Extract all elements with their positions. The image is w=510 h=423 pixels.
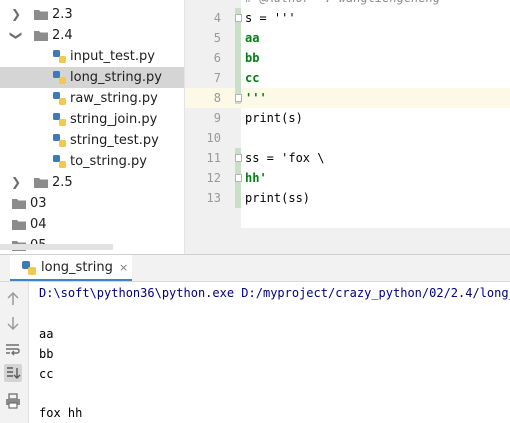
up-arrow-icon[interactable] bbox=[4, 290, 22, 308]
soft-wrap-icon[interactable] bbox=[4, 340, 22, 358]
console-line: cc bbox=[39, 367, 54, 381]
folder-icon bbox=[12, 199, 26, 209]
python-file-icon bbox=[53, 155, 66, 168]
fold-start-icon[interactable] bbox=[235, 14, 242, 22]
code-line: aa bbox=[245, 31, 260, 45]
code-line-header-comment: # @Author : wangliengcheng bbox=[245, 0, 440, 8]
vcs-change-marker[interactable] bbox=[235, 8, 241, 104]
ide-window: ❯ 2.3 ❯ 2.4 input_test.py long_string.py… bbox=[0, 0, 510, 423]
line-number: 4 bbox=[213, 11, 221, 25]
chevron-down-icon[interactable]: ❯ bbox=[6, 30, 27, 42]
code-line: bb bbox=[245, 51, 260, 65]
console-line: aa bbox=[39, 327, 54, 341]
tree-item-to-string[interactable]: to_string.py bbox=[0, 151, 184, 172]
tree-item-label: 2.3 bbox=[52, 7, 73, 22]
tree-item-raw-string[interactable]: raw_string.py bbox=[0, 88, 184, 109]
tree-item-2-5[interactable]: ❯ 2.5 bbox=[0, 172, 184, 193]
tree-item-label: input_test.py bbox=[70, 49, 155, 64]
python-file-icon bbox=[53, 134, 66, 147]
code-editor[interactable]: # @Author : wangliengcheng 4 5 6 7 8 9 1… bbox=[184, 0, 510, 254]
tree-item-03[interactable]: 03 bbox=[0, 193, 184, 214]
tree-item-input-test[interactable]: input_test.py bbox=[0, 46, 184, 67]
tree-item-label: 2.5 bbox=[52, 175, 73, 190]
tree-item-long-string[interactable]: long_string.py bbox=[0, 67, 184, 88]
tree-item-label: raw_string.py bbox=[70, 91, 158, 106]
project-tree: ❯ 2.3 ❯ 2.4 input_test.py long_string.py… bbox=[0, 0, 184, 254]
line-number: 8 bbox=[213, 91, 221, 105]
tree-item-label: long_string.py bbox=[70, 70, 162, 85]
console-line: D:\soft\python36\python.exe D:/myproject… bbox=[39, 286, 510, 300]
chevron-right-icon[interactable]: ❯ bbox=[10, 4, 22, 25]
tree-horizontal-scrollbar[interactable] bbox=[0, 244, 113, 250]
line-number: 13 bbox=[206, 191, 221, 205]
code-line: ss = 'fox \ bbox=[245, 151, 325, 165]
folder-icon bbox=[12, 220, 26, 230]
code-line: print(s) bbox=[245, 111, 303, 125]
tree-item-04[interactable]: 04 bbox=[0, 214, 184, 235]
tree-item-label: string_join.py bbox=[70, 112, 158, 127]
run-tool-window: long_string × D:\soft\python36\python.ex… bbox=[0, 254, 510, 423]
line-number: 5 bbox=[213, 31, 221, 45]
run-tab-bar: long_string × bbox=[0, 255, 510, 282]
line-number: 10 bbox=[206, 131, 221, 145]
fold-start-icon[interactable] bbox=[235, 154, 242, 162]
tree-item-label: 04 bbox=[30, 217, 47, 232]
run-tab[interactable]: long_string × bbox=[10, 255, 132, 281]
code-line: ''' bbox=[245, 91, 267, 105]
print-icon[interactable] bbox=[4, 392, 22, 410]
folder-icon bbox=[34, 31, 48, 41]
close-icon[interactable]: × bbox=[119, 255, 128, 281]
tree-item-string-join[interactable]: string_join.py bbox=[0, 109, 184, 130]
editor-horizontal-scroll-area[interactable] bbox=[185, 228, 510, 254]
folder-icon bbox=[34, 178, 48, 188]
python-file-icon bbox=[53, 50, 66, 63]
python-file-icon bbox=[53, 71, 66, 84]
tree-item-label: 2.4 bbox=[52, 28, 73, 43]
console-line: fox hh bbox=[39, 406, 83, 420]
line-number: 7 bbox=[213, 71, 221, 85]
tree-item-label: 03 bbox=[30, 196, 47, 211]
python-file-icon bbox=[53, 113, 66, 126]
tree-item-label: string_test.py bbox=[70, 133, 159, 148]
fold-end-icon[interactable] bbox=[235, 174, 242, 182]
line-number: 12 bbox=[206, 171, 221, 185]
console-output[interactable]: D:\soft\python36\python.exe D:/myproject… bbox=[28, 282, 510, 423]
code-line: print(ss) bbox=[245, 191, 311, 205]
down-arrow-icon[interactable] bbox=[4, 314, 22, 332]
folder-icon bbox=[34, 10, 48, 20]
code-line: s = ''' bbox=[245, 11, 296, 25]
line-number: 6 bbox=[213, 51, 221, 65]
run-toolbar bbox=[0, 282, 29, 423]
console-line: bb bbox=[39, 347, 54, 361]
tree-item-2-4[interactable]: ❯ 2.4 bbox=[0, 25, 184, 46]
python-file-icon bbox=[53, 92, 66, 105]
tree-item-2-3[interactable]: ❯ 2.3 bbox=[0, 4, 184, 25]
tree-item-label: to_string.py bbox=[70, 154, 147, 169]
fold-end-icon[interactable] bbox=[235, 94, 242, 102]
line-number: 11 bbox=[206, 151, 221, 165]
run-tab-label: long_string bbox=[41, 260, 113, 275]
scroll-to-end-icon[interactable] bbox=[4, 364, 22, 382]
current-line-highlight bbox=[185, 88, 510, 108]
code-line: cc bbox=[245, 71, 260, 85]
python-run-icon bbox=[22, 261, 36, 275]
tree-item-string-test[interactable]: string_test.py bbox=[0, 130, 184, 151]
line-number: 9 bbox=[213, 111, 221, 125]
code-line: hh' bbox=[245, 171, 267, 185]
chevron-right-icon[interactable]: ❯ bbox=[10, 172, 22, 193]
